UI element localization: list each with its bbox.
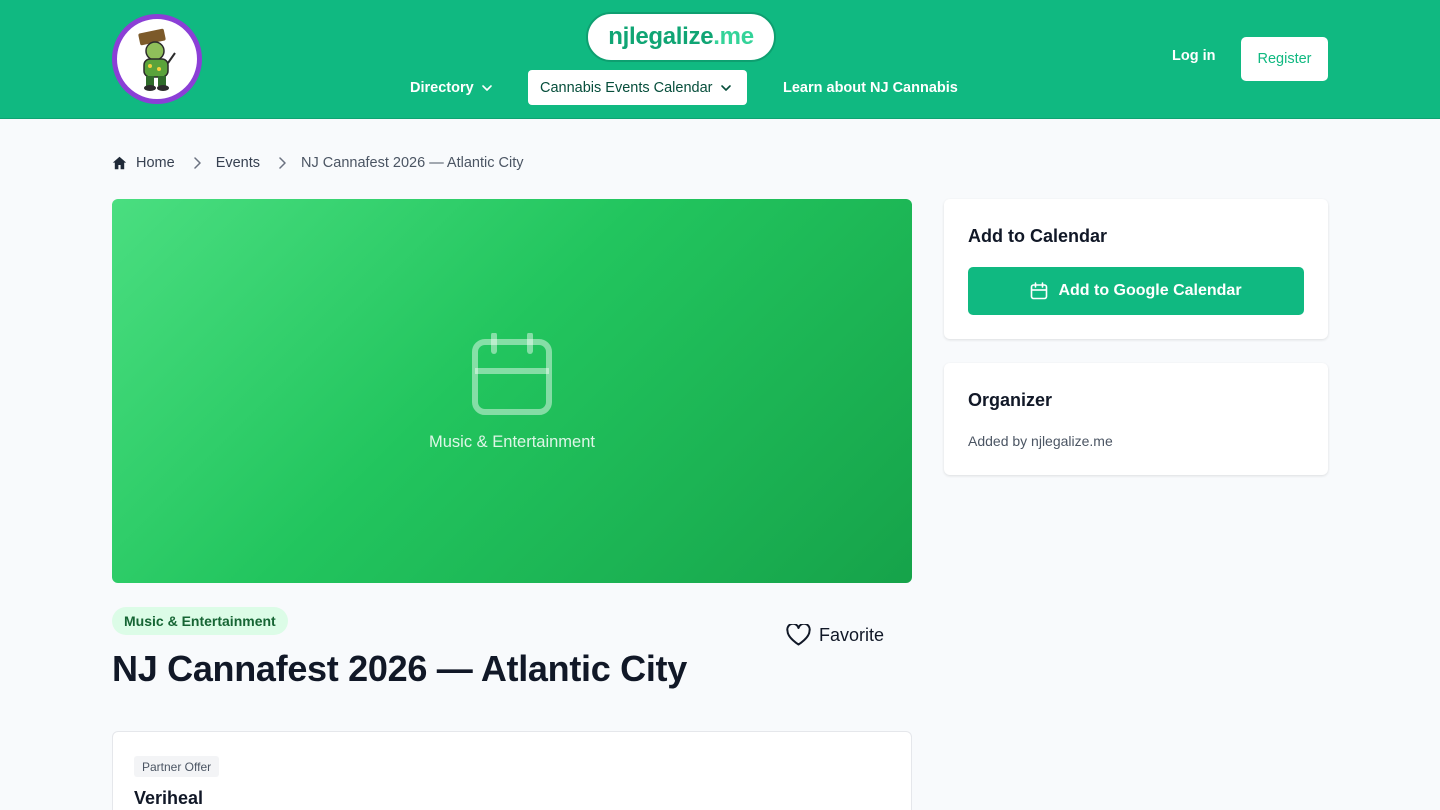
- calendar-icon: [472, 332, 552, 417]
- breadcrumb-current: NJ Cannafest 2026 — Atlantic City: [301, 155, 524, 171]
- nav-directory[interactable]: Directory: [410, 70, 493, 105]
- login-link[interactable]: Log in: [1172, 48, 1216, 64]
- brand-text-tld: .me: [713, 23, 754, 50]
- nav-learn-nj-cannabis[interactable]: Learn about NJ Cannabis: [783, 70, 958, 105]
- category-tag[interactable]: Music & Entertainment: [112, 607, 288, 635]
- add-to-calendar-card: Add to Calendar Add to Google Calendar: [944, 199, 1328, 339]
- organizer-text: Added by njlegalize.me: [968, 433, 1113, 449]
- add-to-calendar-title: Add to Calendar: [968, 226, 1108, 246]
- partner-name[interactable]: Veriheal: [134, 788, 203, 809]
- breadcrumb-home[interactable]: Home: [112, 155, 175, 171]
- breadcrumb: Home Events NJ Cannafest 2026 — Atlantic…: [112, 152, 523, 174]
- event-title: NJ Cannafest 2026 — Atlantic City: [112, 648, 687, 689]
- chevron-right-icon: [193, 157, 202, 169]
- heart-icon: [786, 624, 811, 646]
- mascot-icon: [138, 28, 176, 91]
- partner-offer-badge: Partner Offer: [134, 756, 220, 777]
- nav-learn-label: Learn about NJ Cannabis: [783, 79, 958, 96]
- partner-offer-card: Partner Offer Veriheal: [112, 731, 912, 810]
- brand-text-main: njlegalize: [608, 23, 714, 50]
- nav-directory-label: Directory: [410, 79, 474, 96]
- favorite-button[interactable]: Favorite: [786, 622, 884, 648]
- home-icon: [112, 156, 127, 170]
- add-to-google-calendar-label: Add to Google Calendar: [1058, 282, 1242, 299]
- event-hero-image: Music & Entertainment: [112, 199, 912, 583]
- breadcrumb-events[interactable]: Events: [216, 155, 260, 171]
- organizer-title: Organizer: [968, 390, 1053, 410]
- favorite-label: Favorite: [819, 624, 885, 645]
- chevron-down-icon: [481, 82, 493, 94]
- chevron-right-icon: [278, 157, 287, 169]
- chevron-down-icon: [720, 82, 732, 94]
- organizer-card: Organizer Added by njlegalize.me: [944, 363, 1328, 475]
- calendar-icon: [1030, 282, 1048, 300]
- register-button[interactable]: Register: [1241, 37, 1328, 81]
- add-to-google-calendar-button[interactable]: Add to Google Calendar: [968, 267, 1304, 315]
- hero-category-label: Music & Entertainment: [429, 433, 595, 451]
- site-logo[interactable]: [112, 14, 202, 104]
- breadcrumb-home-label: Home: [136, 155, 175, 171]
- nav-events-calendar[interactable]: Cannabis Events Calendar: [528, 70, 747, 105]
- nav-events-calendar-label: Cannabis Events Calendar: [540, 79, 713, 96]
- site-header: njlegalize .me Directory Cannabis Events …: [0, 0, 1440, 119]
- brand-wordmark[interactable]: njlegalize .me: [586, 12, 776, 62]
